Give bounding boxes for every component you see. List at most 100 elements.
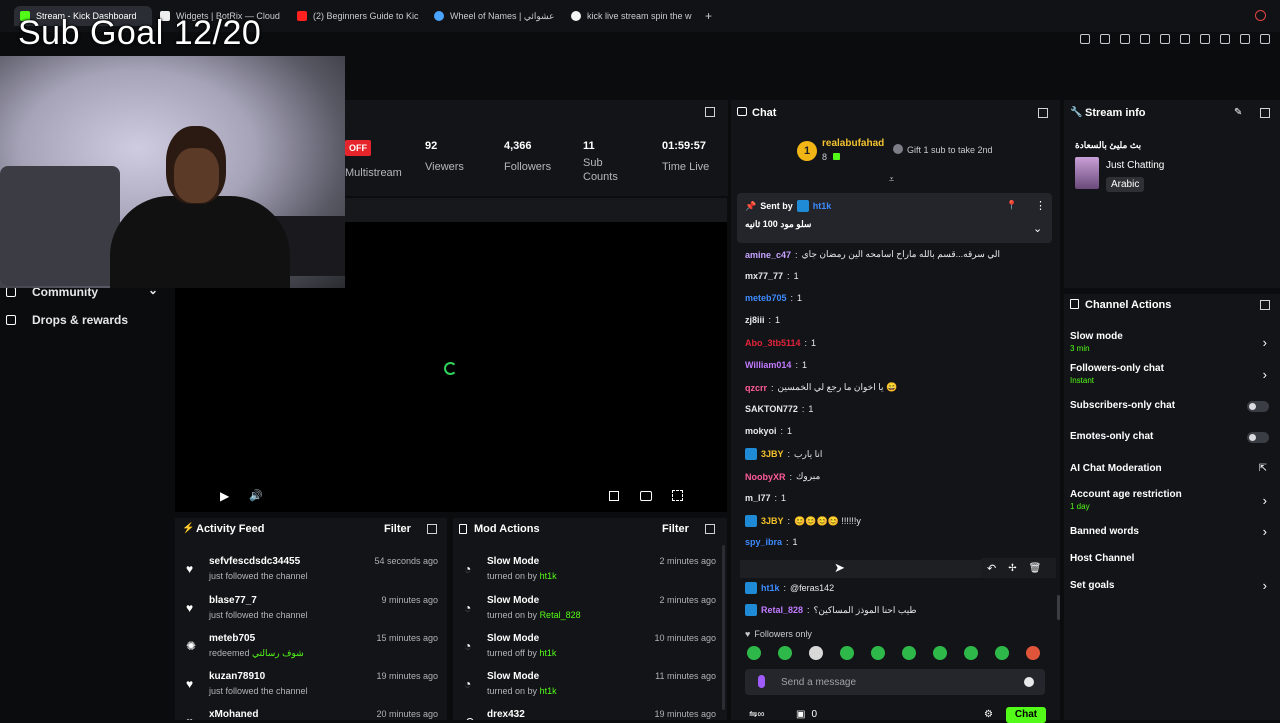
- emote-icon[interactable]: [902, 646, 916, 660]
- link-icon[interactable]: ⇋∞: [749, 709, 765, 720]
- mod-action-row: ◔ Slow Mode turned off by ht1k 10 minute…: [464, 633, 716, 658]
- mod-actions-expand-icon[interactable]: [705, 524, 715, 537]
- chat-username[interactable]: qzcrr: [745, 383, 767, 393]
- delete-icon[interactable]: 🗑: [1029, 563, 1042, 574]
- emote-icon[interactable]: [1026, 646, 1040, 660]
- chat-username[interactable]: Retal_828: [761, 605, 803, 615]
- reply-icon[interactable]: ↶: [987, 562, 996, 575]
- theater-icon[interactable]: [640, 491, 652, 501]
- microphone-icon[interactable]: [758, 675, 765, 688]
- chat-username[interactable]: meteb705: [745, 293, 787, 303]
- lock-icon[interactable]: [1220, 34, 1230, 44]
- subscribers-only-toggle[interactable]: [1247, 401, 1269, 412]
- emote-icon[interactable]: [840, 646, 854, 660]
- emote-icon[interactable]: [933, 646, 947, 660]
- chat-username[interactable]: William014: [745, 360, 791, 370]
- media-icon[interactable]: [1140, 34, 1150, 44]
- chat-username[interactable]: zj8iii: [745, 315, 765, 325]
- edit-icon[interactable]: ✎: [1234, 107, 1242, 118]
- chat-message-text: 1: [801, 360, 807, 370]
- emote-icon[interactable]: [809, 646, 823, 660]
- category-thumbnail[interactable]: [1075, 157, 1099, 189]
- channel-action-set-goals[interactable]: Set goals ›: [1070, 578, 1275, 594]
- activity-feed-expand-icon[interactable]: [427, 524, 437, 537]
- gift-sub-prompt[interactable]: Gift 1 sub to take 2nd: [907, 145, 993, 155]
- puzzle-icon[interactable]: [1200, 34, 1210, 44]
- pip-icon[interactable]: [609, 491, 619, 501]
- chat-username[interactable]: mx77_77: [745, 271, 783, 281]
- chat-message-text: طيب احنا الموذز المساكين؟: [813, 604, 917, 615]
- chat-username[interactable]: SAKTON772: [745, 404, 798, 414]
- browser-tab-google-search[interactable]: kick live stream spin the w: [571, 6, 695, 26]
- stream-info-expand-icon[interactable]: [1260, 108, 1270, 121]
- emotes-only-toggle[interactable]: [1247, 432, 1269, 443]
- chat-username[interactable]: Abo_3tb5114: [745, 338, 801, 348]
- wrench-icon: 🔧: [1070, 107, 1083, 118]
- browser-tab-youtube[interactable]: (2) Beginners Guide to Kic: [297, 6, 419, 26]
- play-button[interactable]: ▶: [220, 489, 229, 503]
- chat-username[interactable]: 3JBY: [761, 449, 784, 459]
- chat-scrollbar[interactable]: [1057, 595, 1060, 620]
- status-badge: OFF: [345, 140, 371, 156]
- loading-spinner-icon: [444, 362, 457, 375]
- stat-sub-counts: 11 Sub Counts: [583, 140, 618, 183]
- channel-action-host-channel[interactable]: Host Channel: [1070, 553, 1275, 567]
- activity-feed-filter-button[interactable]: Filter: [384, 523, 411, 535]
- collapse-icon[interactable]: ⩡: [889, 174, 894, 185]
- chat-username[interactable]: m_l77: [745, 493, 771, 503]
- slow-mode-icon: ◔: [464, 601, 472, 615]
- bookmark-icon[interactable]: [1100, 34, 1110, 44]
- browser-tab-wheel-of-names[interactable]: Wheel of Names | عشوائي: [434, 6, 556, 26]
- emote-icon[interactable]: [964, 646, 978, 660]
- stat-followers: 4,366 Followers: [504, 140, 552, 173]
- lightning-icon: ⚡: [182, 523, 195, 534]
- sidebar-item-drops-rewards[interactable]: Drops & rewards: [0, 309, 172, 331]
- points-counter[interactable]: ▣ 0: [796, 709, 817, 720]
- more-options-icon[interactable]: ⋮: [1035, 199, 1046, 212]
- unpin-icon[interactable]: 📍: [1006, 200, 1017, 211]
- channel-action-banned-words[interactable]: Banned words ›: [1070, 524, 1275, 540]
- fullscreen-icon[interactable]: [672, 490, 683, 501]
- mod-actions-filter-button[interactable]: Filter: [662, 523, 689, 535]
- pin-icon[interactable]: [1080, 34, 1090, 44]
- chat-username[interactable]: spy_ibra: [745, 537, 782, 547]
- stream-category[interactable]: Just Chatting: [1106, 160, 1164, 171]
- emote-icon[interactable]: [871, 646, 885, 660]
- top-gifter-name[interactable]: realabufahad: [822, 138, 884, 149]
- search-icon[interactable]: [1255, 10, 1266, 21]
- chat-username[interactable]: mokyoi: [745, 426, 777, 436]
- moderator-badge-icon: [745, 604, 757, 616]
- emote-icon[interactable]: [995, 646, 1009, 660]
- channel-action-account-age[interactable]: Account age restriction 1 day ›: [1070, 489, 1275, 513]
- send-chat-button[interactable]: Chat: [1006, 707, 1046, 723]
- chat-username[interactable]: 3JBY: [761, 516, 784, 526]
- chat-expand-icon[interactable]: [1038, 108, 1048, 121]
- channel-action-slow-mode[interactable]: Slow mode 3 min ›: [1070, 331, 1275, 355]
- stream-tag[interactable]: Arabic: [1106, 177, 1145, 192]
- extension-icon[interactable]: [1180, 34, 1190, 44]
- heart-icon[interactable]: [1160, 34, 1170, 44]
- chat-username[interactable]: amine_c47: [745, 250, 791, 260]
- shield-icon[interactable]: [1120, 34, 1130, 44]
- emoji-picker-icon[interactable]: [1024, 677, 1034, 687]
- chat-username[interactable]: NoobyXR: [745, 472, 786, 482]
- volume-button[interactable]: 🔊: [249, 489, 263, 502]
- chat-username[interactable]: ht1k: [761, 583, 780, 593]
- emote-icon[interactable]: [747, 646, 761, 660]
- chat-settings-icon[interactable]: ⚙: [984, 709, 993, 720]
- stat-time-live: 01:59:57 Time Live: [662, 140, 710, 173]
- stats-expand-icon[interactable]: [705, 107, 715, 120]
- drops-icon: [6, 315, 16, 325]
- pin-message-icon[interactable]: ✢: [1008, 563, 1016, 574]
- chat-message-text: 1: [811, 338, 817, 348]
- new-tab-button[interactable]: +: [705, 6, 717, 26]
- download-icon[interactable]: [1260, 34, 1270, 44]
- channel-actions-expand-icon[interactable]: [1260, 300, 1270, 313]
- chevron-down-icon[interactable]: ⌄: [1033, 222, 1042, 235]
- message-actions: ↶ ✢ 🗑: [981, 558, 1056, 578]
- emote-icon[interactable]: [778, 646, 792, 660]
- mod-actions-scrollbar[interactable]: [722, 545, 725, 710]
- profile-icon[interactable]: [1240, 34, 1250, 44]
- channel-action-followers-only[interactable]: Followers-only chat Instant ›: [1070, 363, 1275, 387]
- channel-action-ai-moderation[interactable]: AI Chat Moderation ⇱: [1070, 463, 1275, 477]
